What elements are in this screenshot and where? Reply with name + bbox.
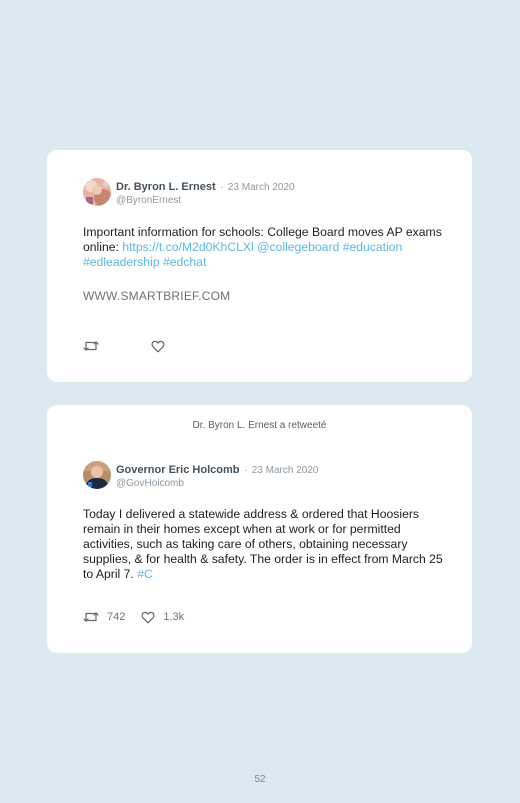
tweet-header: Governor Eric Holcomb · 23 March 2020 @G… — [83, 461, 318, 491]
author-handle[interactable]: @GovHolcomb — [116, 477, 318, 490]
tweet-actions — [83, 338, 165, 354]
heart-icon — [141, 611, 155, 624]
heart-icon — [151, 340, 165, 353]
hashtag-link[interactable]: #C — [137, 567, 153, 581]
tweet-date[interactable]: 23 March 2020 — [228, 182, 295, 193]
link-preview-domain[interactable]: WWW.SMARTBRIEF.COM — [83, 289, 230, 303]
tweet-date[interactable]: 23 March 2020 — [252, 465, 319, 476]
retweet-button[interactable] — [83, 339, 99, 353]
retweet-count: 742 — [107, 611, 126, 623]
retweet-icon — [83, 610, 99, 624]
like-button[interactable]: 1.3k — [141, 611, 184, 624]
author-handle[interactable]: @ByronErnest — [116, 194, 295, 207]
tweet-text: Important information for schools: Colle… — [83, 225, 443, 270]
retweet-icon — [83, 339, 99, 353]
separator-dot: · — [243, 465, 248, 476]
retweet-button[interactable]: 742 — [83, 610, 125, 624]
avatar[interactable] — [83, 178, 111, 206]
retweet-notice: Dr. Byron L. Ernest a retweeté — [192, 420, 327, 431]
tweet-card: Dr. Byron L. Ernest a retweeté Governor … — [47, 405, 472, 653]
like-count: 1.3k — [163, 611, 185, 623]
tweet-text: Today I delivered a statewide address & … — [83, 507, 443, 582]
separator-dot: · — [220, 182, 224, 193]
tweet-actions: 742 1.3k — [83, 609, 184, 625]
tweet-card: Dr. Byron L. Ernest · 23 March 2020 @Byr… — [47, 150, 472, 382]
mention-link[interactable]: @collegeboard — [257, 240, 339, 254]
author-name[interactable]: Governor Eric Holcomb — [116, 464, 239, 476]
page-number: 52 — [254, 774, 266, 785]
avatar[interactable] — [83, 461, 111, 489]
author-name[interactable]: Dr. Byron L. Ernest — [116, 181, 216, 193]
tweet-link[interactable]: https://t.co/M2d0KhCLXl — [122, 240, 253, 254]
like-button[interactable] — [151, 340, 165, 353]
tweet-header: Dr. Byron L. Ernest · 23 March 2020 @Byr… — [83, 178, 295, 208]
